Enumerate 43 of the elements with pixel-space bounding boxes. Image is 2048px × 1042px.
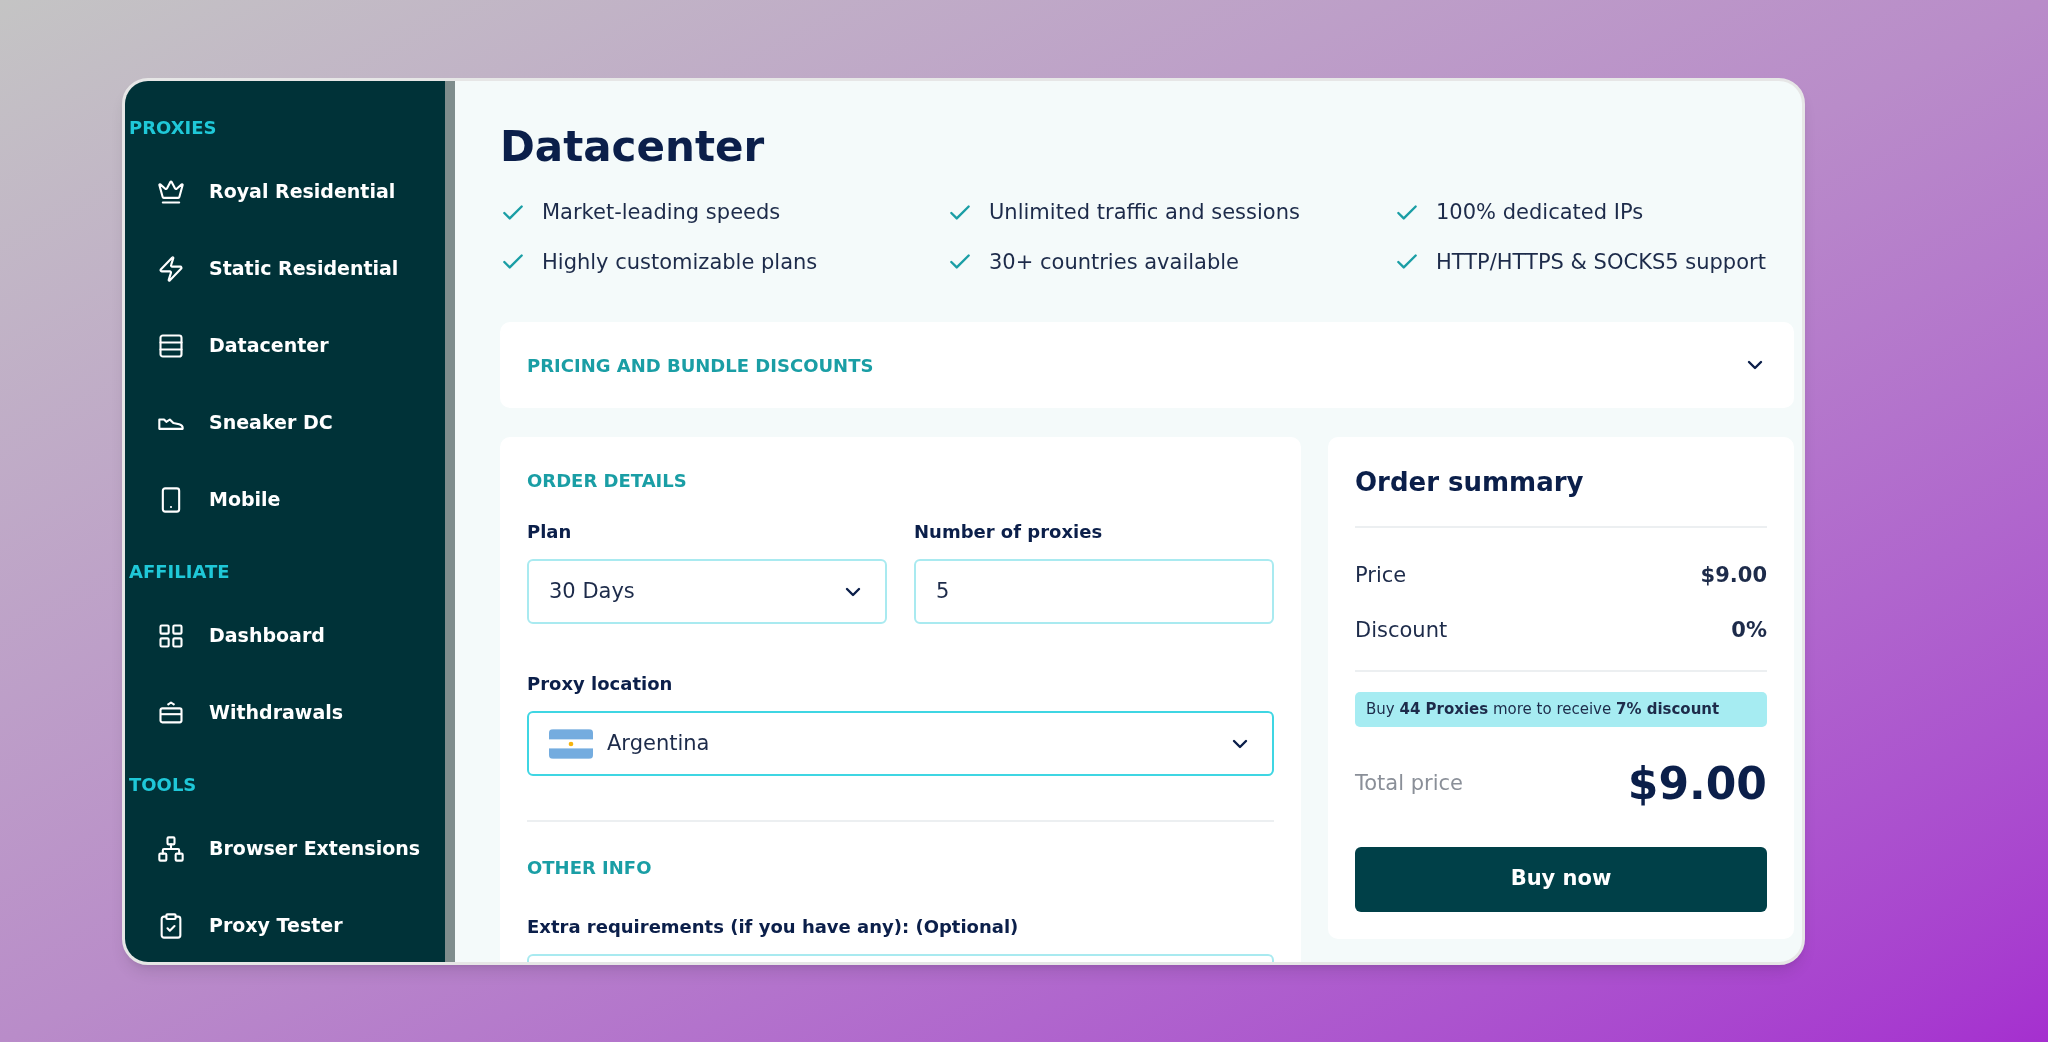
sidebar-item[interactable]: Withdrawals bbox=[129, 674, 445, 751]
location-select[interactable]: Argentina bbox=[527, 711, 1274, 776]
sidebar-item[interactable]: Browser Extensions bbox=[129, 810, 445, 887]
field-label: Proxy location bbox=[527, 672, 673, 696]
feature-text: Unlimited traffic and sessions bbox=[989, 199, 1300, 226]
feature-text: Market-leading speeds bbox=[542, 199, 781, 226]
sidebar-item[interactable]: Static Residential bbox=[129, 230, 445, 307]
section-heading: PROXIES bbox=[129, 116, 217, 140]
feature-text: 100% dedicated IPs bbox=[1436, 199, 1644, 226]
dashboard-icon bbox=[157, 621, 185, 650]
feature-text: 30+ countries available bbox=[989, 248, 1240, 276]
sidebar-item[interactable]: Datacenter bbox=[129, 307, 445, 384]
section-heading: TOOLS bbox=[129, 773, 197, 797]
sidebar-item[interactable]: Proxy Tester bbox=[129, 887, 445, 962]
section-heading: AFFILIATE bbox=[129, 560, 230, 584]
discount-notice: Buy 44 Proxies more to receive 7% discount bbox=[1355, 692, 1767, 727]
page-title: Datacenter bbox=[500, 121, 765, 173]
network-icon bbox=[157, 834, 185, 863]
summary-value: $9.00 bbox=[1700, 561, 1767, 589]
server-icon bbox=[157, 331, 185, 360]
feature-text: Highly customizable plans bbox=[542, 248, 818, 276]
field-label: Number of proxies bbox=[914, 520, 1103, 544]
plan-select[interactable]: 30 Days bbox=[527, 559, 887, 624]
field-label: Extra requirements (if you have any): (Optional) bbox=[527, 915, 1019, 939]
sidebar-item[interactable]: Dashboard bbox=[129, 597, 445, 674]
summary-value: 0% bbox=[1731, 616, 1767, 644]
summary-label: Discount bbox=[1355, 616, 1448, 644]
summary-title: Order summary bbox=[1355, 466, 1584, 499]
flag-icon bbox=[549, 728, 593, 759]
buy-now-button[interactable]: Buy now bbox=[1355, 846, 1767, 912]
section-title: ORDER DETAILS bbox=[527, 469, 687, 493]
field-label: Plan bbox=[527, 520, 572, 544]
summary-label: Price bbox=[1355, 561, 1407, 589]
quantity-field[interactable]: 5 bbox=[914, 559, 1274, 624]
sidebar-item[interactable]: Mobile bbox=[129, 461, 445, 538]
lightning-icon bbox=[157, 254, 185, 283]
feature-text: HTTP/HTTPS & SOCKS5 support bbox=[1436, 248, 1766, 276]
total-label: Total price bbox=[1355, 769, 1463, 797]
sidebar-item[interactable]: Royal Residential bbox=[129, 153, 445, 230]
sidebar-item[interactable]: Sneaker DC bbox=[129, 384, 445, 461]
scrollbar[interactable] bbox=[445, 81, 455, 962]
total-price: $9.00 bbox=[1627, 756, 1767, 811]
section-title: OTHER INFO bbox=[527, 856, 652, 880]
